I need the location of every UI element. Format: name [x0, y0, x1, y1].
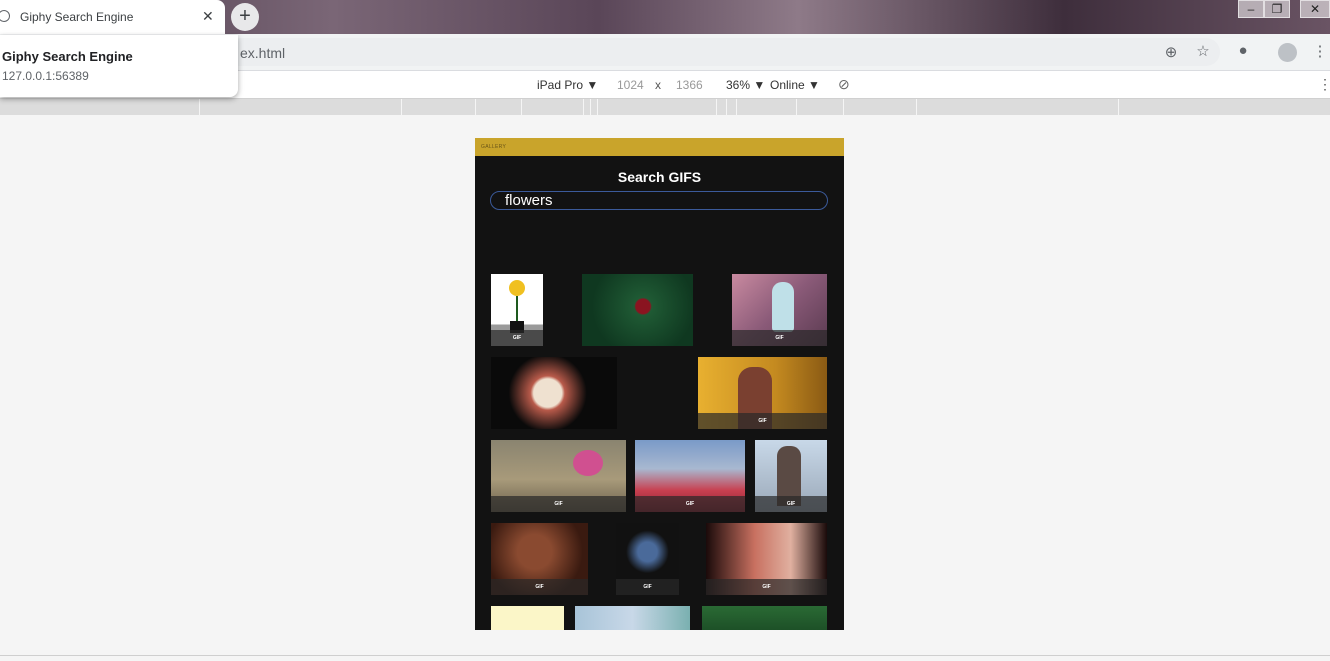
height-input[interactable]: 1366: [676, 78, 703, 92]
gif-label: GIF: [732, 330, 827, 346]
media-query-ruler[interactable]: [0, 99, 1330, 115]
address-bar[interactable]: [170, 38, 1220, 66]
gif-tile-dark-scene[interactable]: GIF: [491, 523, 588, 595]
restore-button[interactable]: ❐: [1264, 0, 1290, 18]
hover-card-url: 127.0.0.1:56389: [2, 69, 89, 83]
network-select[interactable]: Online ▼: [770, 78, 820, 92]
tab-hover-card: Giphy Search Engine 127.0.0.1:56389: [0, 35, 238, 97]
menu-dots-icon[interactable]: ⋮: [1311, 42, 1329, 60]
gif-label: GIF: [491, 496, 626, 512]
page-title: Search GIFS: [617, 169, 702, 185]
new-tab-button[interactable]: +: [231, 3, 259, 31]
gif-tile-green-leaves[interactable]: [702, 606, 827, 630]
browser-tab[interactable]: Giphy Search Engine ✕: [0, 0, 225, 34]
device-select[interactable]: iPad Pro ▼: [537, 78, 598, 92]
extension-icon[interactable]: ●: [1234, 42, 1252, 59]
gallery-header: GALLERY: [475, 138, 844, 156]
rotate-icon[interactable]: ⊘: [838, 76, 850, 93]
gif-tile-lily[interactable]: [491, 357, 617, 429]
gif-label: GIF: [706, 579, 827, 595]
globe-icon: [0, 10, 10, 22]
profile-avatar-icon[interactable]: [1278, 43, 1297, 62]
emulated-viewport: GALLERY Search GIFS GIF GIF GIF GIF GIF …: [475, 138, 844, 630]
tab-close-icon[interactable]: ✕: [202, 8, 214, 25]
gif-label: GIF: [491, 579, 588, 595]
character-shape: [772, 282, 794, 332]
gif-tile-woman[interactable]: GIF: [706, 523, 827, 595]
width-input[interactable]: 1024: [617, 78, 644, 92]
close-window-button[interactable]: ✕: [1300, 0, 1330, 18]
hat-flowers-shape: [573, 450, 603, 476]
window-titlebar: Giphy Search Engine ✕ + – ❐ ✕: [0, 0, 1330, 34]
gif-label: GIF: [755, 496, 827, 512]
gif-label: GIF: [616, 579, 679, 595]
gif-tile-blue-flowers[interactable]: GIF: [616, 523, 679, 595]
sunflower-shape: [509, 280, 525, 296]
gif-label: GIF: [491, 330, 543, 346]
device-menu-icon[interactable]: ⋮: [1318, 76, 1330, 93]
zoom-select[interactable]: 36% ▼: [726, 78, 765, 92]
bookmark-star-icon[interactable]: ☆: [1194, 42, 1212, 60]
search-input[interactable]: [490, 191, 828, 210]
gif-tile-wizard-oz[interactable]: GIF: [635, 440, 745, 512]
gif-tile-man-bouquet[interactable]: GIF: [755, 440, 827, 512]
gif-tile-yellow[interactable]: [491, 606, 564, 630]
gallery-label[interactable]: GALLERY: [481, 144, 506, 150]
dimension-separator: x: [655, 78, 661, 92]
address-url[interactable]: ex.html: [240, 45, 285, 61]
gif-tile-man-flower[interactable]: GIF: [698, 357, 827, 429]
minimize-button[interactable]: –: [1238, 0, 1264, 18]
tab-title: Giphy Search Engine: [20, 10, 134, 24]
hover-card-title: Giphy Search Engine: [2, 49, 133, 64]
gif-tile-cartoon[interactable]: GIF: [732, 274, 827, 346]
stem-shape: [516, 296, 518, 322]
gif-tile-rose[interactable]: [582, 274, 693, 346]
gif-label: GIF: [698, 413, 827, 429]
gif-tile-sunflower[interactable]: GIF: [491, 274, 543, 346]
gif-tile-cartoon-sky[interactable]: [575, 606, 690, 630]
bottom-divider: [0, 655, 1330, 656]
gif-tile-cat-hat[interactable]: GIF: [491, 440, 626, 512]
add-icon[interactable]: ⊕: [1162, 43, 1180, 61]
gif-label: GIF: [635, 496, 745, 512]
